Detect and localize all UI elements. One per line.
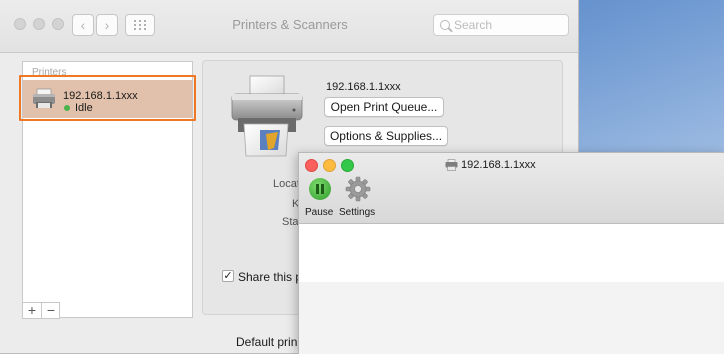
chevron-right-icon: › <box>104 17 110 33</box>
gear-icon[interactable] <box>345 176 371 202</box>
close-button[interactable] <box>14 18 26 30</box>
add-printer-button[interactable]: + <box>23 302 42 318</box>
queue-window-title: 192.168.1.1xxx <box>461 159 536 171</box>
print-jobs-list <box>299 224 724 354</box>
back-button[interactable]: ‹ <box>72 14 94 36</box>
show-all-button[interactable] <box>125 14 155 36</box>
default-printer-label: Default prin <box>236 335 298 349</box>
status-label: Sta <box>282 216 299 228</box>
open-print-queue-button[interactable]: Open Print Queue... <box>324 97 444 117</box>
list-row <box>299 282 724 354</box>
queue-close-button[interactable] <box>305 159 318 172</box>
share-checkbox[interactable]: ✓ <box>222 270 234 282</box>
search-placeholder: Search <box>454 18 493 32</box>
add-remove-control: + − <box>22 302 60 319</box>
print-queue-window: 192.168.1.1xxx Pause Settings <box>298 152 724 354</box>
forward-button[interactable]: › <box>96 14 118 36</box>
printer-detail-name: 192.168.1.1xxx <box>326 81 401 93</box>
selection-highlight <box>19 75 196 121</box>
window-title: Printers & Scanners <box>232 17 348 32</box>
search-field[interactable]: Search <box>433 14 569 36</box>
remove-printer-button[interactable]: − <box>42 302 60 318</box>
large-printer-icon <box>231 75 303 157</box>
options-supplies-button[interactable]: Options & Supplies... <box>324 126 448 146</box>
search-icon <box>440 20 450 30</box>
minimize-button[interactable] <box>33 18 45 30</box>
settings-label[interactable]: Settings <box>339 207 375 218</box>
location-label: Locat <box>273 178 300 190</box>
title-bar: ‹ › Printers & Scanners Search <box>0 0 578 53</box>
zoom-button[interactable] <box>52 18 64 30</box>
queue-zoom-button[interactable] <box>341 159 354 172</box>
printer-icon <box>445 159 458 171</box>
pause-label[interactable]: Pause <box>305 207 333 218</box>
grid-icon <box>134 20 146 30</box>
queue-toolbar: 192.168.1.1xxx Pause Settings <box>299 153 724 224</box>
share-printer-label: Share this p <box>238 270 303 284</box>
pause-icon[interactable] <box>309 178 331 200</box>
chevron-left-icon: ‹ <box>80 17 86 33</box>
queue-minimize-button[interactable] <box>323 159 336 172</box>
